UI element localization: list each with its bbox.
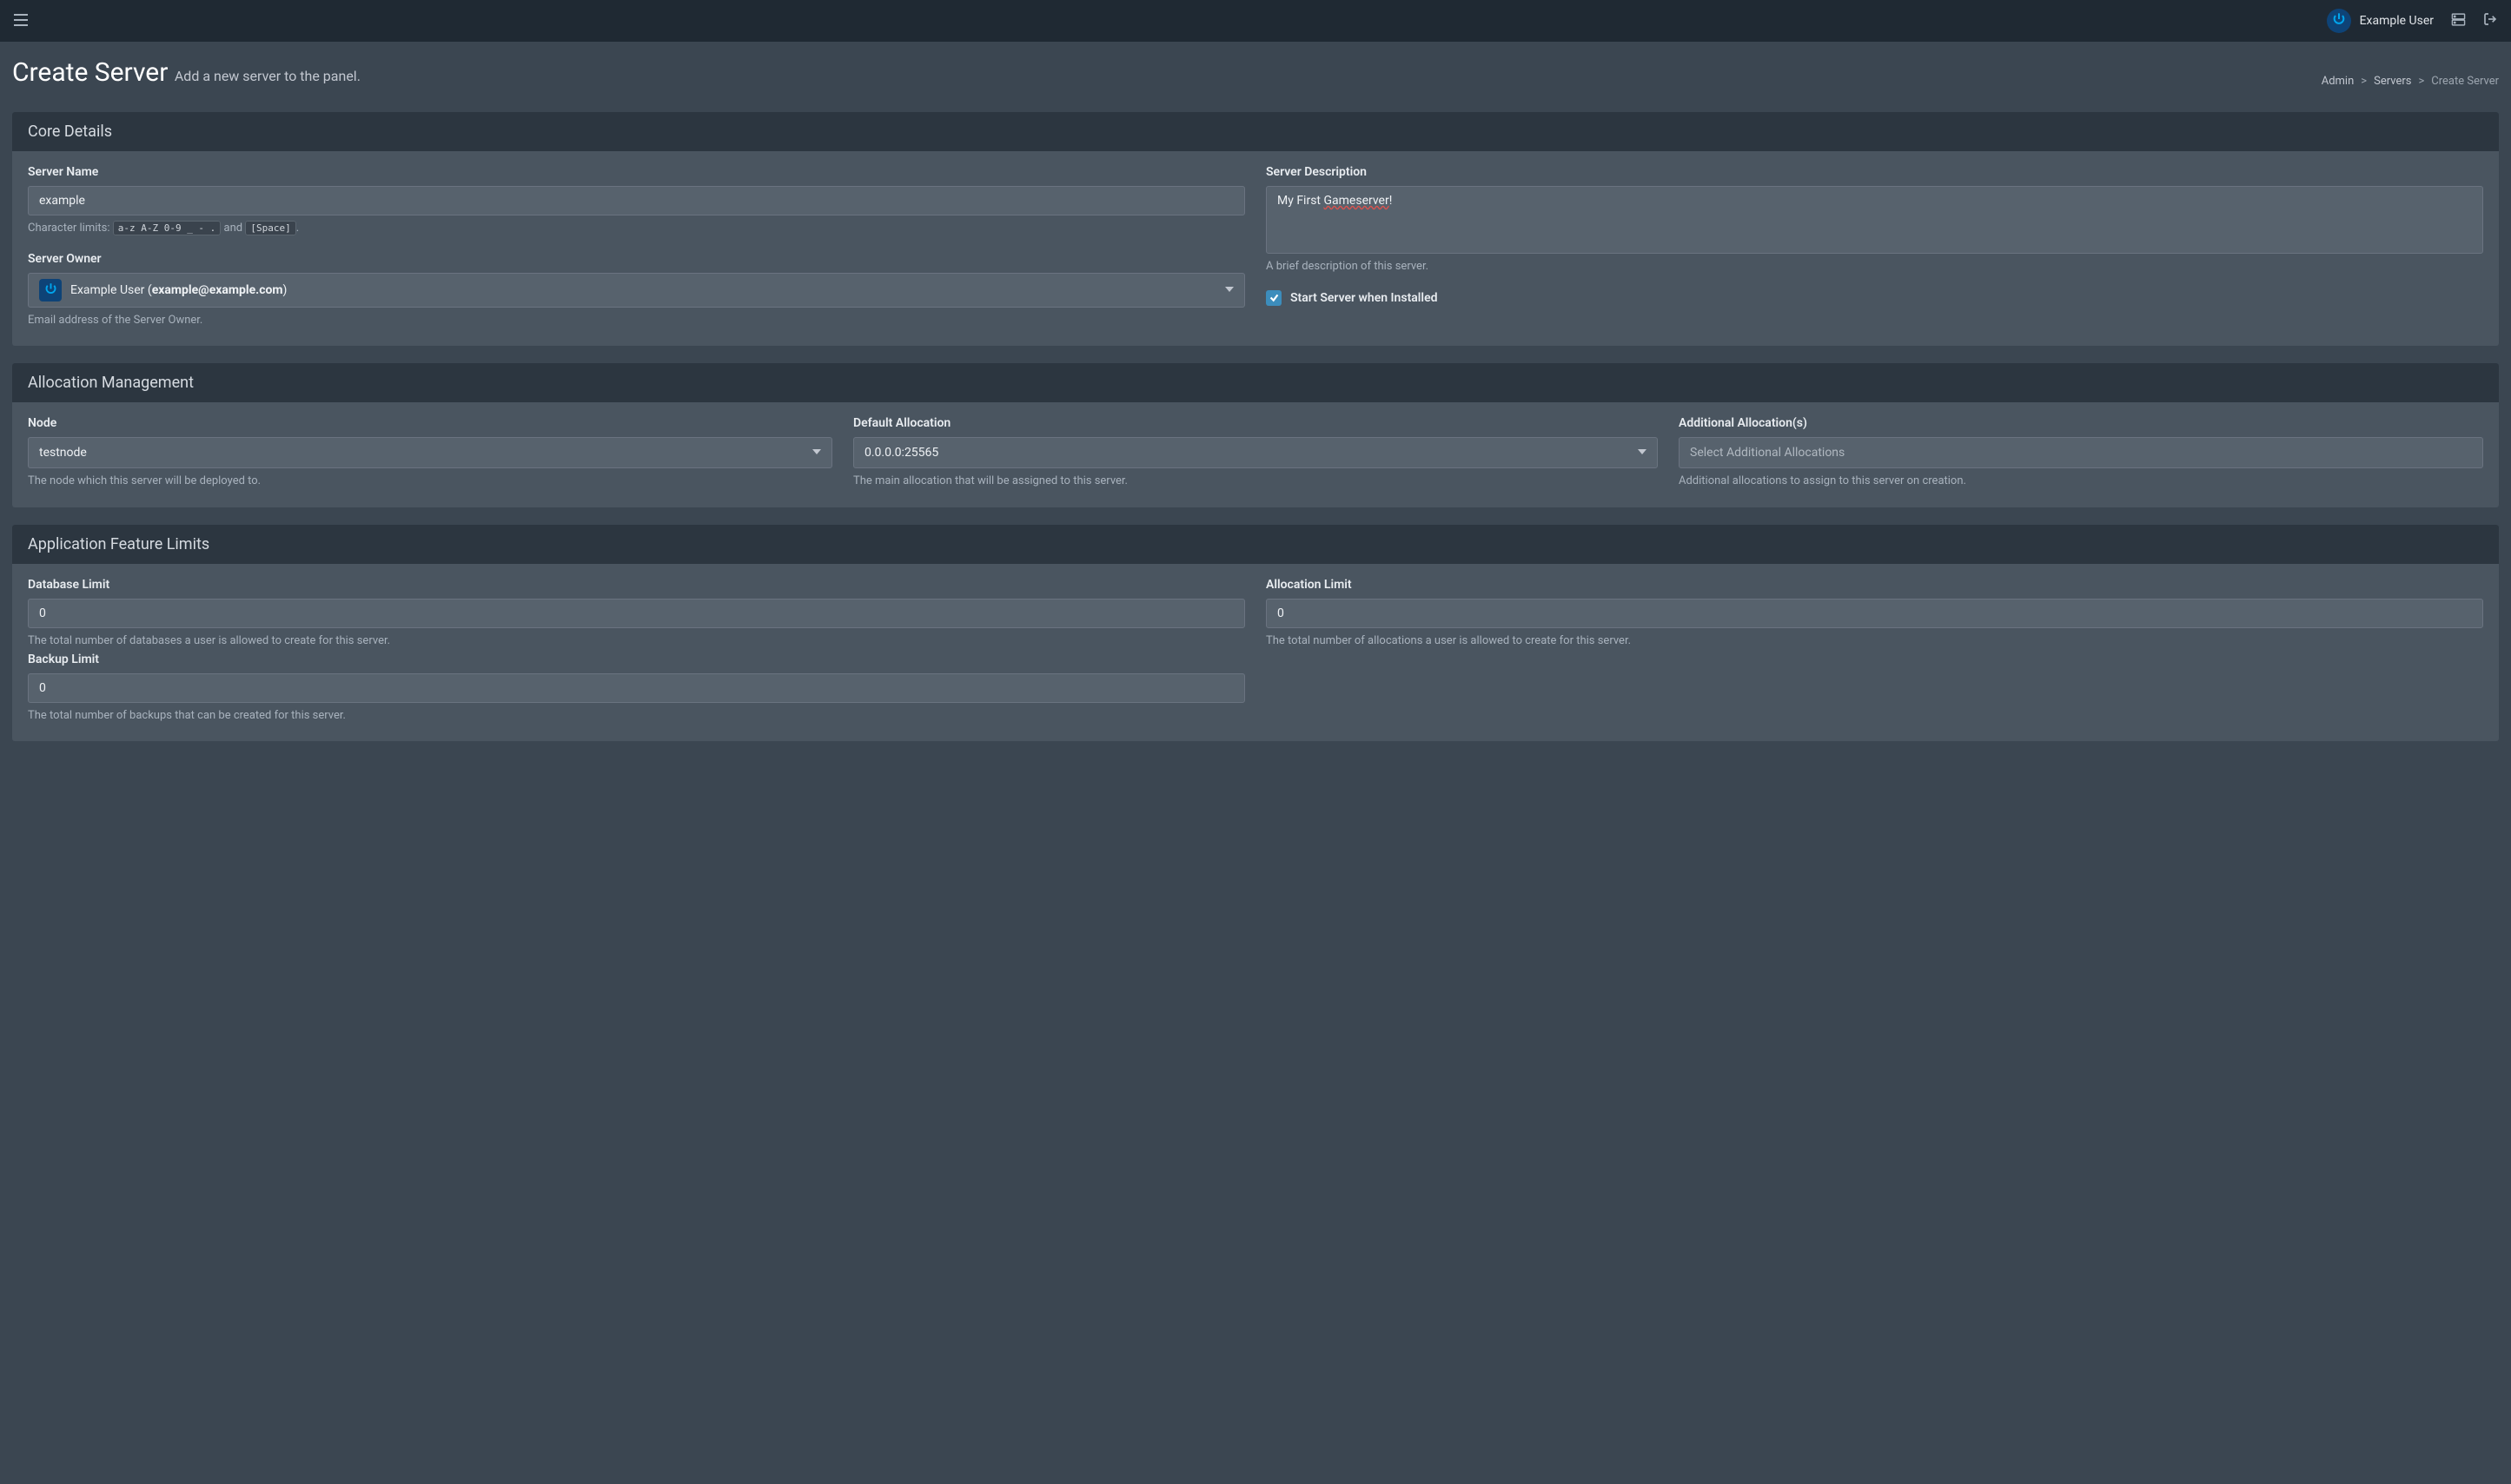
backup-limit-input[interactable] bbox=[28, 673, 1245, 703]
power-icon bbox=[44, 282, 57, 299]
backup-limit-help: The total number of backups that can be … bbox=[28, 708, 1245, 724]
start-server-checkbox-label: Start Server when Installed bbox=[1290, 291, 1437, 305]
node-select[interactable]: testnode bbox=[28, 437, 832, 468]
default-allocation-value: 0.0.0.0:25565 bbox=[865, 446, 938, 460]
database-limit-input[interactable] bbox=[28, 599, 1245, 628]
start-server-checkbox[interactable] bbox=[1266, 290, 1282, 306]
additional-allocations-select[interactable]: Select Additional Allocations bbox=[1679, 437, 2483, 468]
page-subtitle: Add a new server to the panel. bbox=[175, 68, 361, 84]
page-title: Create Server bbox=[12, 57, 168, 88]
default-allocation-help: The main allocation that will be assigne… bbox=[853, 474, 1658, 489]
check-icon bbox=[1269, 293, 1279, 304]
breadcrumb-servers-link[interactable]: Servers bbox=[2374, 75, 2411, 88]
breadcrumb-sep: > bbox=[2418, 75, 2424, 88]
additional-allocations-label: Additional Allocation(s) bbox=[1679, 416, 2483, 430]
owner-selected-value: Example User (example@example.com) bbox=[70, 283, 287, 297]
server-description-label: Server Description bbox=[1266, 165, 2483, 179]
owner-avatar bbox=[39, 279, 62, 301]
box-header: Core Details bbox=[12, 112, 2499, 151]
box-header: Allocation Management bbox=[12, 363, 2499, 402]
breadcrumb: Admin > Servers > Create Server bbox=[2322, 75, 2499, 88]
server-description-help: A brief description of this server. bbox=[1266, 259, 2483, 275]
logout-icon[interactable] bbox=[2483, 12, 2497, 30]
server-owner-label: Server Owner bbox=[28, 252, 1245, 266]
feature-limits-box: Application Feature Limits Database Limi… bbox=[12, 525, 2499, 741]
server-list-icon[interactable] bbox=[2451, 12, 2466, 30]
top-navbar: Example User bbox=[0, 0, 2511, 42]
core-details-box: Core Details Server Name Character limit… bbox=[12, 112, 2499, 346]
additional-allocations-placeholder: Select Additional Allocations bbox=[1690, 446, 1845, 460]
backup-limit-label: Backup Limit bbox=[28, 653, 1245, 666]
power-icon bbox=[2332, 12, 2346, 30]
default-allocation-label: Default Allocation bbox=[853, 416, 1658, 430]
user-name-label: Example User bbox=[2360, 14, 2434, 28]
breadcrumb-sep: > bbox=[2361, 75, 2367, 88]
allocation-management-box: Allocation Management Node testnode The … bbox=[12, 363, 2499, 507]
server-description-textarea[interactable]: My First Gameserver! bbox=[1266, 186, 2483, 254]
server-owner-select[interactable]: Example User (example@example.com) bbox=[28, 273, 1245, 308]
user-menu[interactable]: Example User bbox=[2327, 9, 2434, 33]
allocation-limit-help: The total number of allocations a user i… bbox=[1266, 633, 2483, 649]
chevron-down-icon bbox=[812, 446, 821, 460]
avatar bbox=[2327, 9, 2351, 33]
chevron-down-icon bbox=[1638, 446, 1646, 460]
hamburger-menu-icon[interactable] bbox=[14, 13, 28, 30]
database-limit-help: The total number of databases a user is … bbox=[28, 633, 1245, 649]
server-owner-help: Email address of the Server Owner. bbox=[28, 313, 1245, 328]
breadcrumb-admin-link[interactable]: Admin bbox=[2322, 75, 2355, 88]
server-name-label: Server Name bbox=[28, 165, 1245, 179]
node-selected-value: testnode bbox=[39, 446, 87, 460]
breadcrumb-current: Create Server bbox=[2431, 75, 2499, 88]
box-header: Application Feature Limits bbox=[12, 525, 2499, 564]
allocation-limit-label: Allocation Limit bbox=[1266, 578, 2483, 592]
node-help: The node which this server will be deplo… bbox=[28, 474, 832, 489]
database-limit-label: Database Limit bbox=[28, 578, 1245, 592]
server-name-help: Character limits: a-z A-Z 0-9 _ - . and … bbox=[28, 221, 1245, 236]
default-allocation-select[interactable]: 0.0.0.0:25565 bbox=[853, 437, 1658, 468]
allocation-limit-input[interactable] bbox=[1266, 599, 2483, 628]
additional-allocations-help: Additional allocations to assign to this… bbox=[1679, 474, 2483, 489]
node-label: Node bbox=[28, 416, 832, 430]
chevron-down-icon bbox=[1225, 283, 1234, 297]
server-name-input[interactable] bbox=[28, 186, 1245, 215]
